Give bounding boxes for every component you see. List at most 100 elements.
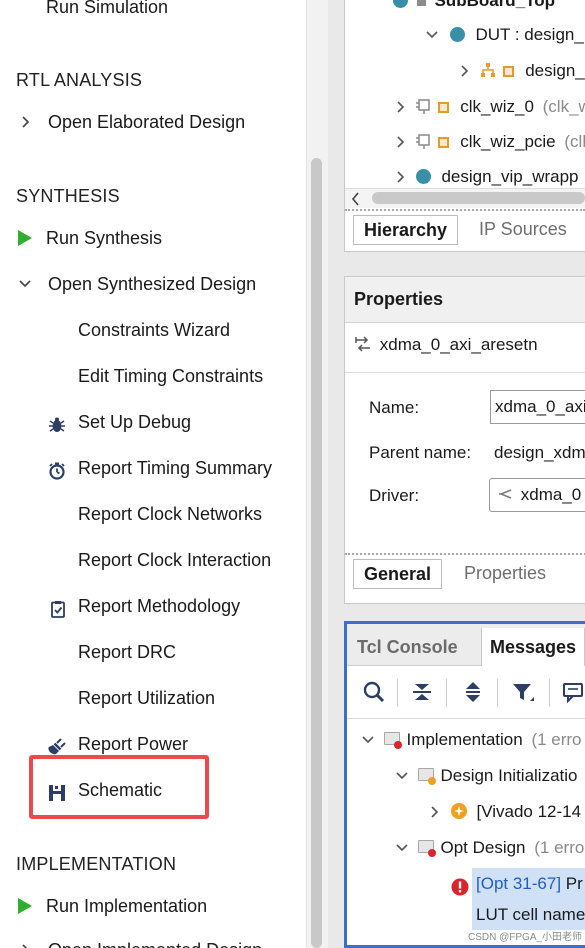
opt-error-message[interactable]: [Opt 31-67] Pr LUT cell name [472,868,585,930]
chevron-right-icon[interactable] [429,797,439,827]
ip-core-icon [415,99,430,114]
clk-wiz-pcie-type: (clk [564,132,585,151]
schematic-highlight-box [29,755,209,819]
tree-row-top[interactable]: SubBoard_Top [393,0,555,16]
tab-tcl-console[interactable]: Tcl Console [349,628,466,666]
report-utilization-label: Report Utilization [78,688,216,708]
name-field[interactable]: xdma_0_axi [490,390,585,424]
report-methodology-label: Report Methodology [78,596,241,616]
toolbar-separator [397,679,398,707]
design-child-label: design_ [525,61,585,80]
toolbar-separator [446,679,447,707]
properties-divider [345,372,585,373]
stopwatch-icon [48,459,66,480]
msg-row-design-initialization[interactable]: Design Initializatio [395,761,577,791]
folder-warning-icon [414,761,436,785]
run-simulation-label: Run Simulation [46,0,169,17]
sources-divider [345,209,585,211]
driver-label: Driver: [369,486,420,505]
ip-square-icon [503,66,515,77]
chevron-down-icon[interactable] [361,725,375,755]
tree-row-clk-wiz-0[interactable]: clk_wiz_0 (clk_w [395,92,585,122]
module-icon [415,169,431,184]
driver-pin-icon [498,489,512,499]
tab-hierarchy[interactable]: Hierarchy [353,215,459,245]
messages-panel: Tcl Console Messages Implementation (1 e… [344,621,585,948]
sources-scrollbar-thumb[interactable] [372,192,585,204]
flow-navigator-scrollbar-thumb[interactable] [311,158,322,948]
messages-toolbar [347,667,585,719]
implementation-label: Implementation [406,730,523,749]
properties-title: Properties [354,289,444,309]
chevron-right-icon[interactable] [20,935,30,948]
constraints-wizard-label: Constraints Wizard [78,320,231,340]
ip-square-icon [438,137,450,148]
dut-label: DUT : design_ [475,25,584,44]
opt-message-text: Pr [561,874,583,893]
msg-row-vivado-warning[interactable]: [Vivado 12-14 [429,797,581,827]
open-implemented-design-label: Open Implemented Design [48,935,262,948]
chevron-down-icon[interactable] [395,761,409,791]
chevron-right-icon[interactable] [395,127,405,157]
ip-core-icon [415,134,430,149]
tab-properties[interactable]: Properties [454,559,556,589]
set-up-debug-label: Set Up Debug [78,412,192,432]
run-implementation-label: Run Implementation [46,896,208,916]
tab-messages[interactable]: Messages [481,628,585,666]
module-icon [393,0,408,8]
chevron-right-icon[interactable] [395,92,405,122]
tree-row-clk-wiz-pcie[interactable]: clk_wiz_pcie (clk [395,127,585,157]
report-clock-interaction-label: Report Clock Interaction [78,550,272,570]
tree-row-design[interactable]: design_ [459,56,585,86]
chevron-down-icon[interactable] [18,269,32,310]
messages-tab-bar: Tcl Console Messages [347,624,585,666]
chevron-right-icon[interactable] [459,56,469,86]
name-label: Name: [369,398,420,417]
tab-ip-sources[interactable]: IP Sources [469,215,577,245]
driver-field[interactable]: xdma_0 [489,478,585,512]
folder-error-icon [414,833,436,857]
ip-square-icon [438,102,450,113]
chevron-right-icon[interactable] [20,107,30,148]
comment-icon[interactable] [561,679,585,705]
run-icon [18,898,32,914]
properties-panel: Properties xdma_0_axi_aresetn Name: xdma… [344,276,585,604]
parent-name-value: design_xdm [494,443,585,462]
properties-tab-divider [345,553,585,555]
report-clock-networks-label: Report Clock Networks [78,504,263,524]
report-drc-label: Report DRC [78,642,177,662]
block-design-icon [480,63,495,77]
search-icon[interactable] [361,679,387,705]
msg-row-opt-design[interactable]: Opt Design (1 erro [395,833,584,863]
chevron-down-icon[interactable] [395,833,409,863]
filter-icon[interactable] [510,679,536,705]
scroll-left-icon[interactable] [349,189,363,209]
msg-row-implementation[interactable]: Implementation (1 erro [361,725,582,755]
error-icon [451,878,469,896]
implementation-heading: IMPLEMENTATION [16,854,177,874]
collapse-all-icon[interactable] [409,679,435,705]
opt-31-67-link[interactable]: [Opt 31-67] [476,874,561,893]
hierarchy-icon [416,0,426,6]
opt-design-count: (1 erro [534,838,585,857]
implementation-count: (1 erro [531,730,582,749]
properties-header: Properties [345,277,585,323]
report-timing-summary-label: Report Timing Summary [78,458,273,478]
power-plug-icon [48,735,66,755]
clk-wiz-0-type: (clk_w [542,97,585,116]
run-synthesis-label: Run Synthesis [46,228,163,248]
opt-design-label: Opt Design [440,838,526,857]
flow-navigator: Run Simulation RTL ANALYSIS Open Elabora… [0,0,306,948]
vivado-message-text: [Vivado 12-14 [476,802,582,821]
design-vip-label: design_vip_wrapp [441,167,579,186]
chevron-down-icon[interactable] [425,20,439,50]
edit-timing-constraints-label: Edit Timing Constraints [78,366,264,386]
expand-all-icon[interactable] [460,679,486,705]
opt-message-line2: LUT cell name [476,905,585,924]
bug-icon [48,413,66,432]
parent-name-label: Parent name: [369,443,472,462]
open-elaborated-design-label: Open Elaborated Design [48,112,246,132]
tree-row-dut[interactable]: DUT : design_ [425,20,584,50]
tab-general[interactable]: General [353,559,443,589]
selected-object-name: xdma_0_axi_aresetn [379,335,538,354]
